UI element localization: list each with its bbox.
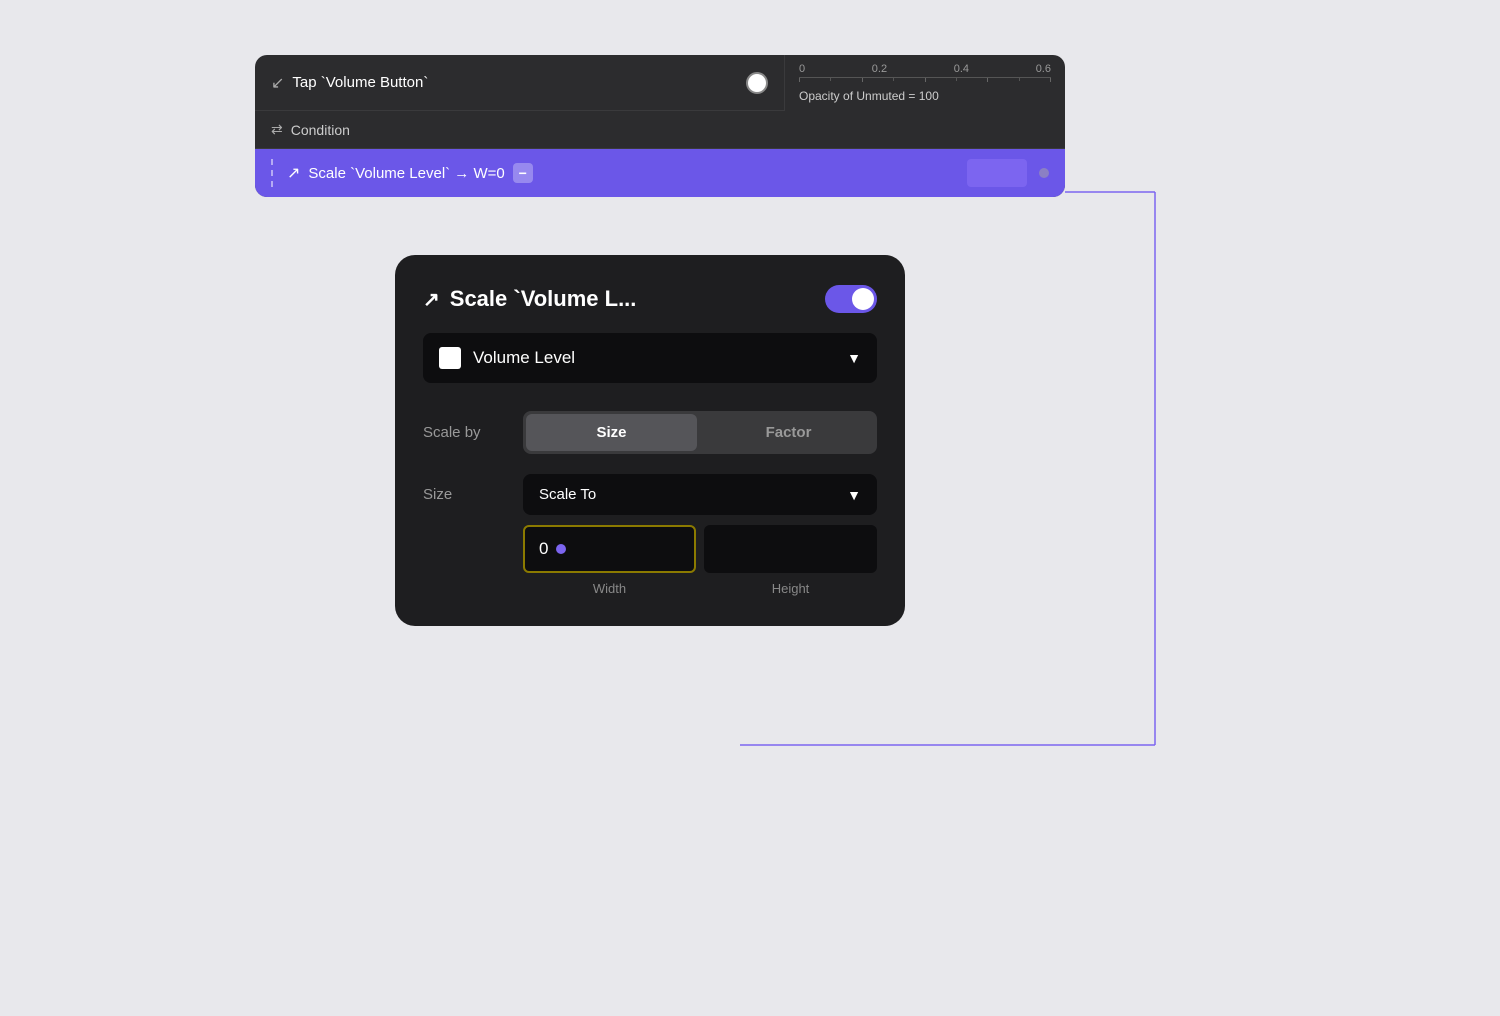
tab-size[interactable]: Size [526, 414, 697, 451]
scale-icon: ↗ [287, 163, 300, 183]
size-label: Size [423, 486, 503, 503]
ruler-0: 0 [799, 63, 805, 75]
main-panel-header: ↗ Scale `Volume L... [423, 285, 877, 313]
scale-to-label: Scale To [539, 486, 596, 503]
width-label: Width [523, 581, 696, 596]
dashed-indicator [271, 159, 275, 187]
scale-to-arrow-icon: ▼ [847, 487, 861, 503]
main-toggle[interactable] [825, 285, 877, 313]
tap-icon: ↙ [271, 73, 284, 93]
connector-dot [1039, 168, 1049, 178]
main-panel-title: ↗ Scale `Volume L... [423, 286, 636, 312]
condition-label: Condition [291, 122, 350, 138]
width-input[interactable]: 0 [523, 525, 696, 573]
volume-level-dropdown[interactable]: Volume Level ▼ [423, 333, 877, 383]
width-value: 0 [539, 539, 548, 559]
scale-expand-icon: ↗ [423, 287, 440, 312]
main-title-text: Scale `Volume L... [450, 286, 637, 312]
ruler-04: 0.4 [954, 63, 969, 75]
scale-by-label: Scale by [423, 424, 503, 441]
input-labels: Width Height [523, 581, 877, 596]
dropdown-left: Volume Level [439, 347, 575, 369]
scale-color-swatch [967, 159, 1027, 187]
size-section: Size Scale To ▼ 0 Width Height [423, 474, 877, 596]
opacity-label: Opacity of Unmuted = 100 [799, 89, 1051, 103]
scale-row-left: ↗ Scale `Volume Level` → W=0 − [271, 159, 533, 187]
tab-factor[interactable]: Factor [703, 414, 874, 451]
condition-row: ⇄ Condition [255, 111, 1065, 149]
tap-row: ↙ Tap `Volume Button` [271, 73, 428, 93]
tap-label: Tap `Volume Button` [292, 74, 428, 91]
scale-by-tabs: Size Factor [523, 411, 877, 454]
ruler-06: 0.6 [1036, 63, 1051, 75]
volume-icon [439, 347, 461, 369]
input-row: 0 [523, 525, 877, 573]
tap-toggle[interactable] [746, 72, 768, 94]
ruler-numbers: 0 0.2 0.4 0.6 [799, 63, 1051, 77]
scale-label: Scale `Volume Level` → W=0 [308, 165, 504, 182]
main-panel: ↗ Scale `Volume L... Volume Level ▼ Scal… [395, 255, 905, 626]
scale-row-right [967, 159, 1049, 187]
minus-badge[interactable]: − [513, 163, 533, 183]
height-label: Height [704, 581, 877, 596]
height-input[interactable] [704, 525, 877, 573]
dropdown-arrow-icon: ▼ [847, 350, 861, 366]
condition-icon: ⇄ [271, 121, 283, 138]
ruler-02: 0.2 [872, 63, 887, 75]
scale-row[interactable]: ↗ Scale `Volume Level` → W=0 − [255, 149, 1065, 197]
scale-to-dropdown[interactable]: Scale To ▼ [523, 474, 877, 515]
top-panel: ↙ Tap `Volume Button` 0 0.2 0.4 0.6 [255, 55, 1065, 197]
scale-by-row: Scale by Size Factor [423, 411, 877, 454]
dropdown-label: Volume Level [473, 348, 575, 368]
width-connector-dot [556, 544, 566, 554]
size-dropdown-row: Size Scale To ▼ [423, 474, 877, 515]
